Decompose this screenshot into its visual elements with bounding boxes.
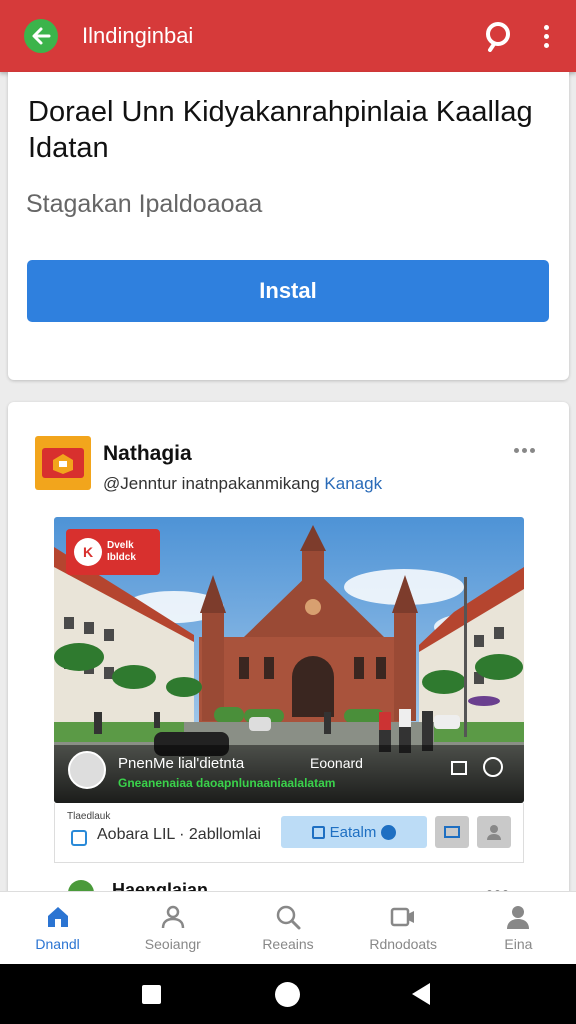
screen-icon[interactable] xyxy=(435,816,469,848)
nav-item-home[interactable]: Dnandl xyxy=(0,892,115,964)
overlay-right-label: Eoonard xyxy=(310,755,363,771)
nav-label-video: Rdnodoats xyxy=(369,936,438,952)
publisher-tag-link[interactable]: Kanagk xyxy=(324,474,382,493)
app-bar-title: Ilndinginbai xyxy=(82,23,194,48)
nav-item-video[interactable]: Rdnodoats xyxy=(346,892,461,964)
home-circle-icon[interactable] xyxy=(275,982,300,1007)
search-icon xyxy=(273,902,303,932)
checkbox-icon xyxy=(311,825,325,839)
overlay-title: PnenMe lial'dietnta xyxy=(118,755,245,772)
media-badge-line2: Ibldck xyxy=(107,552,136,563)
overlay-caption: Gneanenaiaa daoapnlunaaniaalalatam xyxy=(118,776,336,790)
fullscreen-icon[interactable] xyxy=(451,761,467,775)
account-icon xyxy=(503,902,533,932)
app-install-title: Dorael Unn Kidyakanrahpinlaia Kaallag Id… xyxy=(28,96,533,164)
profile-icon[interactable] xyxy=(477,816,511,848)
nav-item-account[interactable]: Eina xyxy=(461,892,576,964)
publisher-name[interactable]: Nathagia xyxy=(103,442,192,466)
info-icon xyxy=(71,830,87,846)
bottom-navigation: Dnandl Seoiangr Reeains Rdnodoats Eina xyxy=(0,891,576,964)
post-card: Nathagia @Jenntur inatnpakanmikang Kanag… xyxy=(8,402,569,962)
install-button[interactable]: Instal xyxy=(27,260,549,322)
nav-item-person[interactable]: Seoiangr xyxy=(115,892,230,964)
home-icon xyxy=(43,902,73,932)
timer-icon[interactable] xyxy=(483,757,503,777)
media-badge-text: Dvelk Ibldck xyxy=(107,540,136,564)
person-icon xyxy=(158,902,188,932)
back-triangle-icon[interactable] xyxy=(412,983,430,1005)
nav-label-person: Seoiangr xyxy=(144,936,201,952)
info-text: Aobara LIL · 2abllomlai xyxy=(97,826,261,843)
video-icon xyxy=(388,902,418,932)
info-action-label: Eatalm xyxy=(329,823,377,841)
more-vert-icon[interactable] xyxy=(536,20,556,52)
media-badge: K Dvelk Ibldck xyxy=(66,529,160,575)
media-badge-letter: K xyxy=(74,538,102,566)
media-overlay: PnenMe lial'dietnta Eoonard Gneanenaiaa … xyxy=(54,745,524,803)
post-info-row: Tlaedlauk Aobara LIL · 2abllomlai Eatalm xyxy=(54,803,524,863)
post-media[interactable]: K Dvelk Ibldck PnenMe lial'dietnta Eoona… xyxy=(54,517,524,803)
install-card: Dorael Unn Kidyakanrahpinlaia Kaallag Id… xyxy=(8,72,569,380)
dropdown-icon xyxy=(381,824,397,840)
app-bar: Ilndinginbai xyxy=(0,0,576,72)
nav-item-search[interactable]: Reeains xyxy=(230,892,345,964)
back-arrow-icon[interactable] xyxy=(24,19,58,53)
search-icon[interactable] xyxy=(482,20,514,52)
nav-label-account: Eina xyxy=(504,936,533,952)
info-action-button[interactable]: Eatalm xyxy=(281,816,427,848)
overlay-avatar[interactable] xyxy=(68,751,106,789)
publisher-logo[interactable] xyxy=(35,436,91,490)
info-small-label: Tlaedlauk xyxy=(67,811,111,822)
app-install-subtitle: Stagakan Ipaldoaoaa xyxy=(26,190,263,218)
publisher-logo-mark xyxy=(42,448,84,478)
publisher-handle: @Jenntur inatnpakanmikang Kanagk xyxy=(103,474,382,494)
nav-label-home: Dnandl xyxy=(35,936,80,952)
recents-square-icon[interactable] xyxy=(142,985,161,1004)
system-navigation-bar xyxy=(0,964,576,1024)
media-badge-line1: Dvelk xyxy=(107,540,134,551)
publisher-handle-text: @Jenntur inatnpakanmikang xyxy=(103,474,320,493)
nav-label-search: Reeains xyxy=(262,936,314,952)
post-more-icon[interactable] xyxy=(514,448,535,453)
